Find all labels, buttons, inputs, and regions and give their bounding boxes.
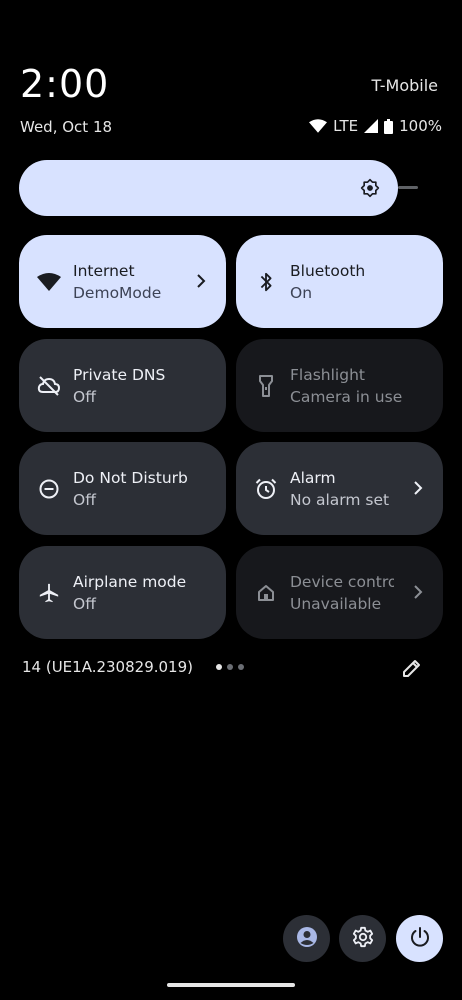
gear-icon bbox=[352, 926, 374, 952]
brightness-track[interactable] bbox=[398, 186, 418, 189]
tile-subtitle: Unavailable bbox=[290, 594, 382, 613]
page-dot bbox=[227, 664, 233, 670]
do-not-disturb-icon bbox=[37, 477, 61, 501]
gesture-navigation-bar[interactable] bbox=[167, 983, 295, 987]
tile-do-not-disturb[interactable]: Do Not Disturb Off bbox=[19, 442, 226, 535]
edit-icon[interactable] bbox=[401, 657, 423, 679]
tile-subtitle: Off bbox=[73, 490, 96, 509]
bluetooth-icon bbox=[254, 270, 278, 294]
status-icons: LTE 100% bbox=[309, 117, 442, 135]
tile-label: Bluetooth bbox=[290, 261, 366, 280]
battery-percentage: 100% bbox=[399, 117, 442, 135]
page-dot bbox=[238, 664, 244, 670]
home-icon bbox=[254, 581, 278, 605]
user-icon bbox=[296, 926, 318, 952]
build-number[interactable]: 14 (UE1A.230829.019) bbox=[22, 658, 193, 676]
tile-subtitle: Off bbox=[73, 387, 96, 406]
tile-label: Alarm bbox=[290, 468, 336, 487]
power-button[interactable] bbox=[396, 915, 443, 962]
cell-signal-icon bbox=[364, 119, 379, 133]
page-indicator bbox=[216, 664, 244, 670]
user-switcher-button[interactable] bbox=[283, 915, 330, 962]
airplane-icon bbox=[37, 581, 61, 605]
tile-device-controls[interactable]: Device controls Unavailable bbox=[236, 546, 443, 639]
tile-label: Private DNS bbox=[73, 365, 166, 384]
brightness-slider[interactable] bbox=[19, 160, 398, 216]
tile-alarm[interactable]: Alarm No alarm set bbox=[236, 442, 443, 535]
brightness-icon bbox=[360, 178, 380, 198]
tile-label: Do Not Disturb bbox=[73, 468, 188, 487]
tile-internet[interactable]: Internet DemoMode bbox=[19, 235, 226, 328]
chevron-right-icon bbox=[411, 582, 425, 602]
tile-subtitle: DemoMode bbox=[73, 283, 162, 302]
tile-label: Internet bbox=[73, 261, 135, 280]
tile-private-dns[interactable]: Private DNS Off bbox=[19, 339, 226, 432]
tile-label: Device controls bbox=[290, 572, 394, 591]
tile-bluetooth[interactable]: Bluetooth On bbox=[236, 235, 443, 328]
network-type: LTE bbox=[333, 117, 359, 135]
tile-subtitle: Camera in use bbox=[290, 387, 403, 406]
carrier-name: T-Mobile bbox=[371, 76, 438, 95]
alarm-icon bbox=[254, 477, 278, 501]
wifi-signal-icon bbox=[309, 119, 328, 133]
tile-label: Flashlight bbox=[290, 365, 365, 384]
tile-subtitle: No alarm set bbox=[290, 490, 390, 509]
wifi-icon bbox=[37, 270, 61, 294]
cloud-off-icon bbox=[37, 374, 61, 398]
page-dot-active bbox=[216, 664, 222, 670]
tile-flashlight[interactable]: Flashlight Camera in use bbox=[236, 339, 443, 432]
tile-subtitle: On bbox=[290, 283, 313, 302]
clock[interactable]: 2:00 bbox=[20, 62, 109, 106]
tile-subtitle: Off bbox=[73, 594, 96, 613]
tile-label: Airplane mode bbox=[73, 572, 187, 591]
battery-icon bbox=[384, 118, 394, 134]
chevron-right-icon bbox=[194, 271, 208, 291]
tile-airplane-mode[interactable]: Airplane mode Off bbox=[19, 546, 226, 639]
date[interactable]: Wed, Oct 18 bbox=[20, 118, 112, 136]
power-icon bbox=[409, 926, 431, 952]
flashlight-icon bbox=[254, 374, 278, 398]
settings-button[interactable] bbox=[339, 915, 386, 962]
chevron-right-icon bbox=[411, 478, 425, 498]
